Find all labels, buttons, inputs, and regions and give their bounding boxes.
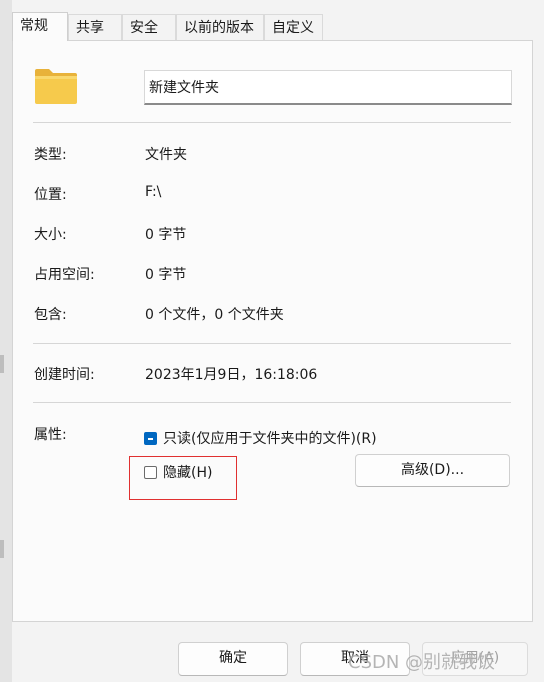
property-row-size: 大小: 0 字节 (13, 224, 533, 246)
tab-label: 常规 (20, 18, 48, 34)
tab-security[interactable]: 安全 (122, 14, 176, 41)
background-edge-mark (0, 540, 4, 558)
divider (33, 343, 511, 344)
folder-icon (35, 69, 77, 104)
property-row-contains: 包含: 0 个文件，0 个文件夹 (13, 304, 533, 326)
divider (33, 122, 511, 123)
apply-button[interactable]: 应用(A) (422, 642, 528, 676)
properties-dialog: 常规 共享 安全 以前的版本 自定义 类型: 文件夹 位置: F:\ 大小: 0… (12, 0, 544, 682)
background-window-edge (0, 0, 12, 682)
tab-sharing[interactable]: 共享 (68, 14, 122, 41)
property-row-created: 创建时间: 2023年1月9日，16:18:06 (13, 364, 533, 386)
property-value: F:\ (145, 184, 162, 200)
divider (33, 402, 511, 403)
property-label: 占用空间: (34, 267, 95, 283)
general-tab-panel: 类型: 文件夹 位置: F:\ 大小: 0 字节 占用空间: 0 字节 包含: … (12, 40, 533, 622)
property-row-size-on-disk: 占用空间: 0 字节 (13, 264, 533, 286)
advanced-button[interactable]: 高级(D)... (355, 454, 510, 487)
tab-previous-versions[interactable]: 以前的版本 (176, 14, 264, 41)
property-value: 0 字节 (145, 267, 187, 283)
tab-label: 自定义 (272, 20, 314, 36)
folder-name-input[interactable] (144, 70, 512, 105)
property-label: 大小: (34, 227, 67, 243)
checkbox-indeterminate-icon (144, 431, 157, 445)
tab-label: 共享 (76, 20, 104, 36)
ok-button[interactable]: 确定 (178, 642, 288, 676)
readonly-checkbox-label: 只读(仅应用于文件夹中的文件)(R) (163, 431, 377, 447)
property-row-type: 类型: 文件夹 (13, 144, 533, 166)
cancel-button[interactable]: 取消 (300, 642, 410, 676)
tab-label: 安全 (130, 20, 158, 36)
attributes-label: 属性: (34, 427, 67, 443)
tab-strip: 常规 共享 安全 以前的版本 自定义 (12, 12, 532, 41)
property-value: 0 个文件，0 个文件夹 (145, 307, 284, 323)
property-label: 创建时间: (34, 367, 95, 383)
readonly-checkbox[interactable]: 只读(仅应用于文件夹中的文件)(R) (144, 428, 377, 448)
tab-label: 以前的版本 (184, 20, 254, 36)
tab-customize[interactable]: 自定义 (264, 14, 323, 41)
property-label: 类型: (34, 147, 67, 163)
tab-general[interactable]: 常规 (12, 12, 68, 41)
property-label: 位置: (34, 187, 67, 203)
property-label: 包含: (34, 307, 67, 323)
property-value: 2023年1月9日，16:18:06 (145, 367, 318, 383)
property-value: 0 字节 (145, 227, 187, 243)
property-row-location: 位置: F:\ (13, 184, 533, 206)
property-value: 文件夹 (145, 147, 187, 163)
highlight-box (129, 456, 237, 500)
background-edge-mark (0, 355, 4, 373)
